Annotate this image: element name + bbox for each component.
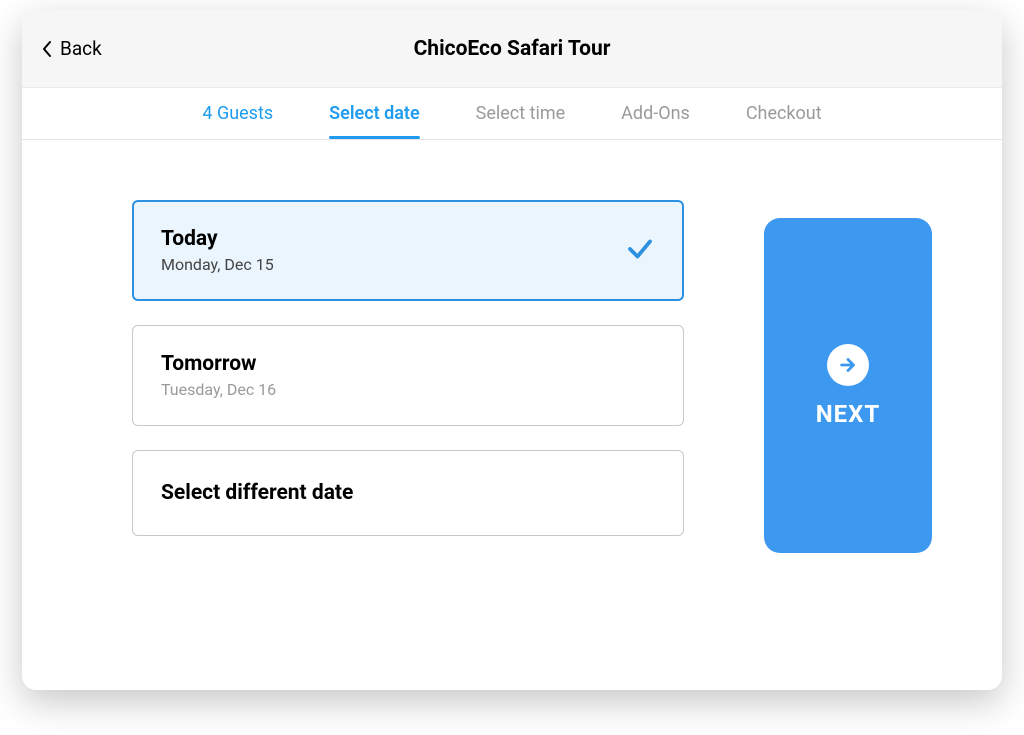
step-guests[interactable]: 4 Guests xyxy=(202,89,273,138)
chevron-left-icon xyxy=(42,40,52,58)
step-select-date[interactable]: Select date xyxy=(329,89,419,138)
date-option-subtitle: Tuesday, Dec 16 xyxy=(161,380,276,399)
date-option-tomorrow[interactable]: Tomorrow Tuesday, Dec 16 xyxy=(132,325,684,426)
date-option-subtitle: Monday, Dec 15 xyxy=(161,255,274,274)
back-label: Back xyxy=(60,37,102,60)
title-bar: Back ChicoEco Safari Tour xyxy=(22,10,1002,88)
step-select-time[interactable]: Select time xyxy=(476,89,566,138)
check-icon xyxy=(625,234,655,268)
date-options: Today Monday, Dec 15 Tomorrow Tuesday, D… xyxy=(132,200,684,650)
content-area: Today Monday, Dec 15 Tomorrow Tuesday, D… xyxy=(22,140,1002,690)
next-button[interactable]: NEXT xyxy=(764,218,932,553)
date-option-title: Today xyxy=(161,227,274,251)
date-option-other[interactable]: Select different date xyxy=(132,450,684,536)
page-title: ChicoEco Safari Tour xyxy=(414,37,611,61)
date-option-text: Tomorrow Tuesday, Dec 16 xyxy=(161,352,276,399)
date-option-title: Tomorrow xyxy=(161,352,276,376)
next-label: NEXT xyxy=(816,400,881,428)
date-option-text: Today Monday, Dec 15 xyxy=(161,227,274,274)
back-button[interactable]: Back xyxy=(42,37,102,60)
step-checkout[interactable]: Checkout xyxy=(746,89,822,138)
booking-window: Back ChicoEco Safari Tour 4 Guests Selec… xyxy=(22,10,1002,690)
progress-steps: 4 Guests Select date Select time Add-Ons… xyxy=(22,88,1002,140)
arrow-right-icon xyxy=(827,344,869,386)
step-add-ons[interactable]: Add-Ons xyxy=(621,89,690,138)
date-option-title: Select different date xyxy=(161,481,353,505)
date-option-today[interactable]: Today Monday, Dec 15 xyxy=(132,200,684,301)
